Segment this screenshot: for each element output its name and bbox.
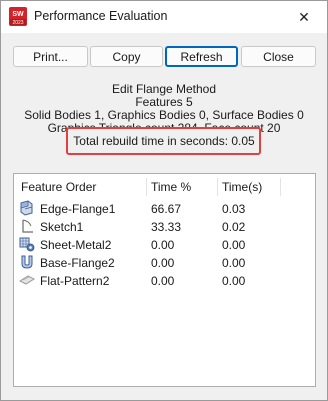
table-row[interactable]: Base-Flange2 0.00 0.00 <box>14 254 315 272</box>
time-seconds: 0.00 <box>222 274 246 288</box>
edge-flange-icon <box>19 200 35 216</box>
feature-name: Sheet-Metal2 <box>40 238 112 252</box>
performance-evaluation-window: SW 2023 Performance Evaluation ✕ Print..… <box>0 0 328 401</box>
solidworks-app-icon: SW 2023 <box>9 7 27 26</box>
copy-button[interactable]: Copy <box>90 46 163 67</box>
window-close-button[interactable]: ✕ <box>281 1 327 33</box>
close-button[interactable]: Close <box>241 46 316 67</box>
print-button[interactable]: Print... <box>13 46 88 67</box>
time-percent: 33.33 <box>151 220 182 234</box>
column-header-feature-order[interactable]: Feature Order <box>21 180 96 194</box>
column-divider[interactable] <box>146 178 147 196</box>
feature-name: Base-Flange2 <box>40 256 115 270</box>
feature-name: Edge-Flange1 <box>40 202 116 216</box>
title-bar[interactable]: SW 2023 Performance Evaluation ✕ <box>1 1 327 33</box>
svg-text:SW: SW <box>12 11 24 18</box>
table-row[interactable]: Sketch1 33.33 0.02 <box>14 218 315 236</box>
window-title: Performance Evaluation <box>34 9 168 23</box>
close-icon: ✕ <box>298 8 310 25</box>
base-flange-icon <box>19 254 35 270</box>
feature-time-table[interactable]: Feature Order Time % Time(s) Edge-Flange… <box>13 173 316 387</box>
svg-text:2023: 2023 <box>12 20 23 26</box>
method-label: Edit Flange Method <box>111 82 217 96</box>
sketch-icon <box>19 218 35 234</box>
table-row[interactable]: Sheet-Metal2 0.00 0.00 <box>14 236 315 254</box>
refresh-button[interactable]: Refresh <box>165 46 238 67</box>
column-header-time-seconds[interactable]: Time(s) <box>222 180 262 194</box>
column-divider[interactable] <box>280 178 281 196</box>
features-label: Features 5 <box>135 95 193 109</box>
sheet-metal-icon <box>19 236 35 252</box>
table-row[interactable]: Flat-Pattern2 0.00 0.00 <box>14 272 315 290</box>
feature-name: Sketch1 <box>40 220 84 234</box>
time-seconds: 0.00 <box>222 238 246 252</box>
total-rebuild-time-label: Total rebuild time in seconds: 0.05 <box>73 134 255 148</box>
feature-name: Flat-Pattern2 <box>40 274 110 288</box>
time-seconds: 0.00 <box>222 256 246 270</box>
time-percent: 0.00 <box>151 238 175 252</box>
time-percent: 0.00 <box>151 256 175 270</box>
bodies-label: Solid Bodies 1, Graphics Bodies 0, Surfa… <box>24 108 304 122</box>
time-seconds: 0.03 <box>222 202 246 216</box>
time-percent: 66.67 <box>151 202 182 216</box>
flat-pattern-icon <box>18 272 36 288</box>
time-percent: 0.00 <box>151 274 175 288</box>
table-row[interactable]: Edge-Flange1 66.67 0.03 <box>14 200 315 218</box>
column-divider[interactable] <box>217 178 218 196</box>
time-seconds: 0.02 <box>222 220 246 234</box>
column-header-time-percent[interactable]: Time % <box>151 180 191 194</box>
